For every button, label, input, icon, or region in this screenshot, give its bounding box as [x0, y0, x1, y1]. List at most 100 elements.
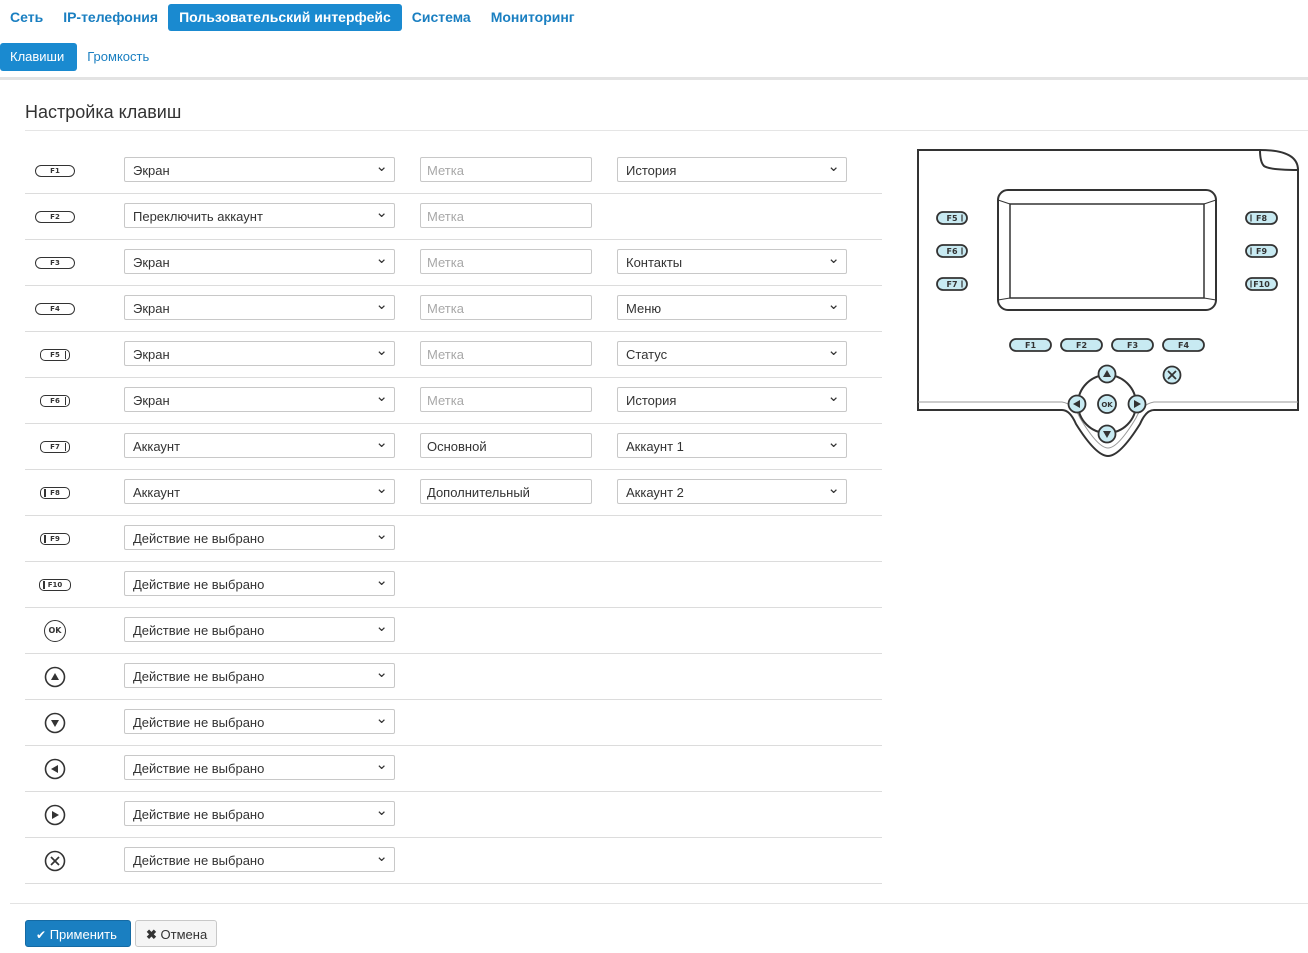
ok-key-label: OK — [44, 619, 66, 642]
action-select[interactable]: Действие не выбрано ⌄ — [124, 801, 395, 826]
action-select[interactable]: Аккаунт ⌄ — [124, 433, 395, 458]
target-select-value: История — [626, 393, 677, 408]
key-f5-icon: F5 — [35, 342, 75, 368]
action-select-value: Экран — [133, 255, 170, 270]
label-input[interactable]: Метка — [420, 157, 592, 182]
target-select-value: Аккаунт 1 — [626, 439, 684, 454]
action-select[interactable]: Экран ⌄ — [124, 341, 395, 366]
label-input[interactable]: Метка — [420, 249, 592, 274]
action-select[interactable]: Действие не выбрано ⌄ — [124, 847, 395, 872]
action-select-value: Действие не выбрано — [133, 669, 265, 684]
chevron-down-icon: ⌄ — [375, 434, 388, 451]
action-select[interactable]: Действие не выбрано ⌄ — [124, 663, 395, 688]
action-select[interactable]: Действие не выбрано ⌄ — [124, 755, 395, 780]
key-f8-icon: F8 — [35, 480, 75, 506]
ok-key-icon: OK — [35, 618, 75, 644]
phone-key-f5: F5 — [936, 211, 968, 225]
chevron-down-icon: ⌄ — [375, 848, 388, 865]
target-select[interactable]: Аккаунт 1 ⌄ — [617, 433, 847, 458]
key-f10-icon: F10 — [35, 572, 75, 598]
target-select[interactable]: Меню ⌄ — [617, 295, 847, 320]
subtab-volume[interactable]: Громкость — [77, 43, 162, 71]
action-select[interactable]: Действие не выбрано ⌄ — [124, 709, 395, 734]
phone-cancel-key — [1162, 365, 1182, 385]
chevron-down-icon: ⌄ — [827, 388, 840, 405]
label-input[interactable]: Метка — [420, 295, 592, 320]
subtab-keys[interactable]: Клавиши — [0, 43, 78, 71]
target-select[interactable]: Аккаунт 2 ⌄ — [617, 479, 847, 504]
chevron-down-icon: ⌄ — [375, 296, 388, 313]
label-input[interactable]: Основной — [420, 433, 592, 458]
chevron-down-icon: ⌄ — [375, 526, 388, 543]
phone-key-f3-label: F3 — [1127, 341, 1138, 350]
key-f2-icon: F2 — [35, 204, 75, 230]
action-select[interactable]: Экран ⌄ — [124, 387, 395, 412]
target-select[interactable]: Статус ⌄ — [617, 341, 847, 366]
table-row: F2 Переключить аккаунт ⌄ Метка — [25, 194, 882, 240]
phone-key-f9-label: F9 — [1256, 247, 1267, 256]
action-select[interactable]: Экран ⌄ — [124, 157, 395, 182]
tab-network[interactable]: Сеть — [0, 4, 53, 31]
key-label: F8 — [40, 486, 70, 499]
chevron-down-icon: ⌄ — [375, 388, 388, 405]
chevron-down-icon: ⌄ — [827, 296, 840, 313]
phone-down-key — [1097, 424, 1117, 444]
target-select[interactable]: Контакты ⌄ — [617, 249, 847, 274]
action-select-value: Действие не выбрано — [133, 577, 265, 592]
label-input[interactable]: Метка — [420, 341, 592, 366]
apply-label: Применить — [49, 927, 117, 942]
key-label-text: F9 — [50, 534, 60, 543]
tab-user-interface[interactable]: Пользовательский интерфейс — [168, 4, 402, 31]
phone-right-keys: F8 F9 F10 — [1245, 211, 1278, 291]
target-select-value: Аккаунт 2 — [626, 485, 684, 500]
tab-system[interactable]: Система — [402, 4, 481, 31]
key-side-bar — [44, 534, 46, 543]
up-icon — [35, 664, 75, 690]
action-select[interactable]: Экран ⌄ — [124, 295, 395, 320]
action-select-value: Переключить аккаунт — [133, 209, 263, 224]
phone-key-f7-label: F7 — [946, 280, 957, 289]
action-select[interactable]: Переключить аккаунт ⌄ — [124, 203, 395, 228]
action-select[interactable]: Действие не выбрано ⌄ — [124, 571, 395, 596]
label-input[interactable]: Дополнительный — [420, 479, 592, 504]
action-select-value: Экран — [133, 301, 170, 316]
chevron-down-icon: ⌄ — [827, 158, 840, 175]
phone-key-f8: F8 — [1245, 211, 1278, 225]
action-select[interactable]: Действие не выбрано ⌄ — [124, 617, 395, 642]
phone-key-f4: F4 — [1162, 338, 1205, 352]
apply-button[interactable]: ✔ Применить — [25, 920, 131, 947]
label-input[interactable]: Метка — [420, 203, 592, 228]
key-side-bar — [43, 580, 45, 589]
table-row: Действие не выбрано ⌄ — [25, 792, 882, 838]
key-label: F3 — [35, 256, 75, 269]
key-label: F4 — [35, 302, 75, 315]
chevron-down-icon: ⌄ — [375, 618, 388, 635]
key-f1-icon: F1 — [35, 158, 75, 184]
cancel-icon — [35, 848, 75, 874]
chevron-down-icon: ⌄ — [375, 756, 388, 773]
phone-key-f9: F9 — [1245, 244, 1278, 258]
label-input[interactable]: Метка — [420, 387, 592, 412]
key-label-text: F5 — [50, 350, 60, 359]
target-select[interactable]: История ⌄ — [617, 157, 847, 182]
target-select-value: Контакты — [626, 255, 683, 270]
tab-ip-telephony[interactable]: IP-телефония — [53, 4, 168, 31]
phone-left-keys: F5 F6 F7 — [936, 211, 968, 291]
action-select[interactable]: Экран ⌄ — [124, 249, 395, 274]
cancel-button[interactable]: ✖ Отмена — [135, 920, 217, 947]
target-select[interactable]: История ⌄ — [617, 387, 847, 412]
key-side-bar — [64, 396, 66, 405]
key-f4-icon: F4 — [35, 296, 75, 322]
footer-divider — [10, 903, 1308, 904]
action-select[interactable]: Действие не выбрано ⌄ — [124, 525, 395, 550]
chevron-down-icon: ⌄ — [375, 158, 388, 175]
table-row: F9 Действие не выбрано ⌄ — [25, 516, 882, 562]
tab-monitoring[interactable]: Мониторинг — [481, 4, 585, 31]
check-icon: ✔ — [36, 928, 47, 942]
action-select[interactable]: Аккаунт ⌄ — [124, 479, 395, 504]
phone-ok-key: OK — [1097, 394, 1117, 414]
phone-key-f6: F6 — [936, 244, 968, 258]
left-icon — [35, 756, 75, 782]
key-settings-table: F1 Экран ⌄ Метка История ⌄ F2 Переключить аккау… — [25, 148, 882, 884]
table-row: Действие не выбрано ⌄ — [25, 838, 882, 884]
